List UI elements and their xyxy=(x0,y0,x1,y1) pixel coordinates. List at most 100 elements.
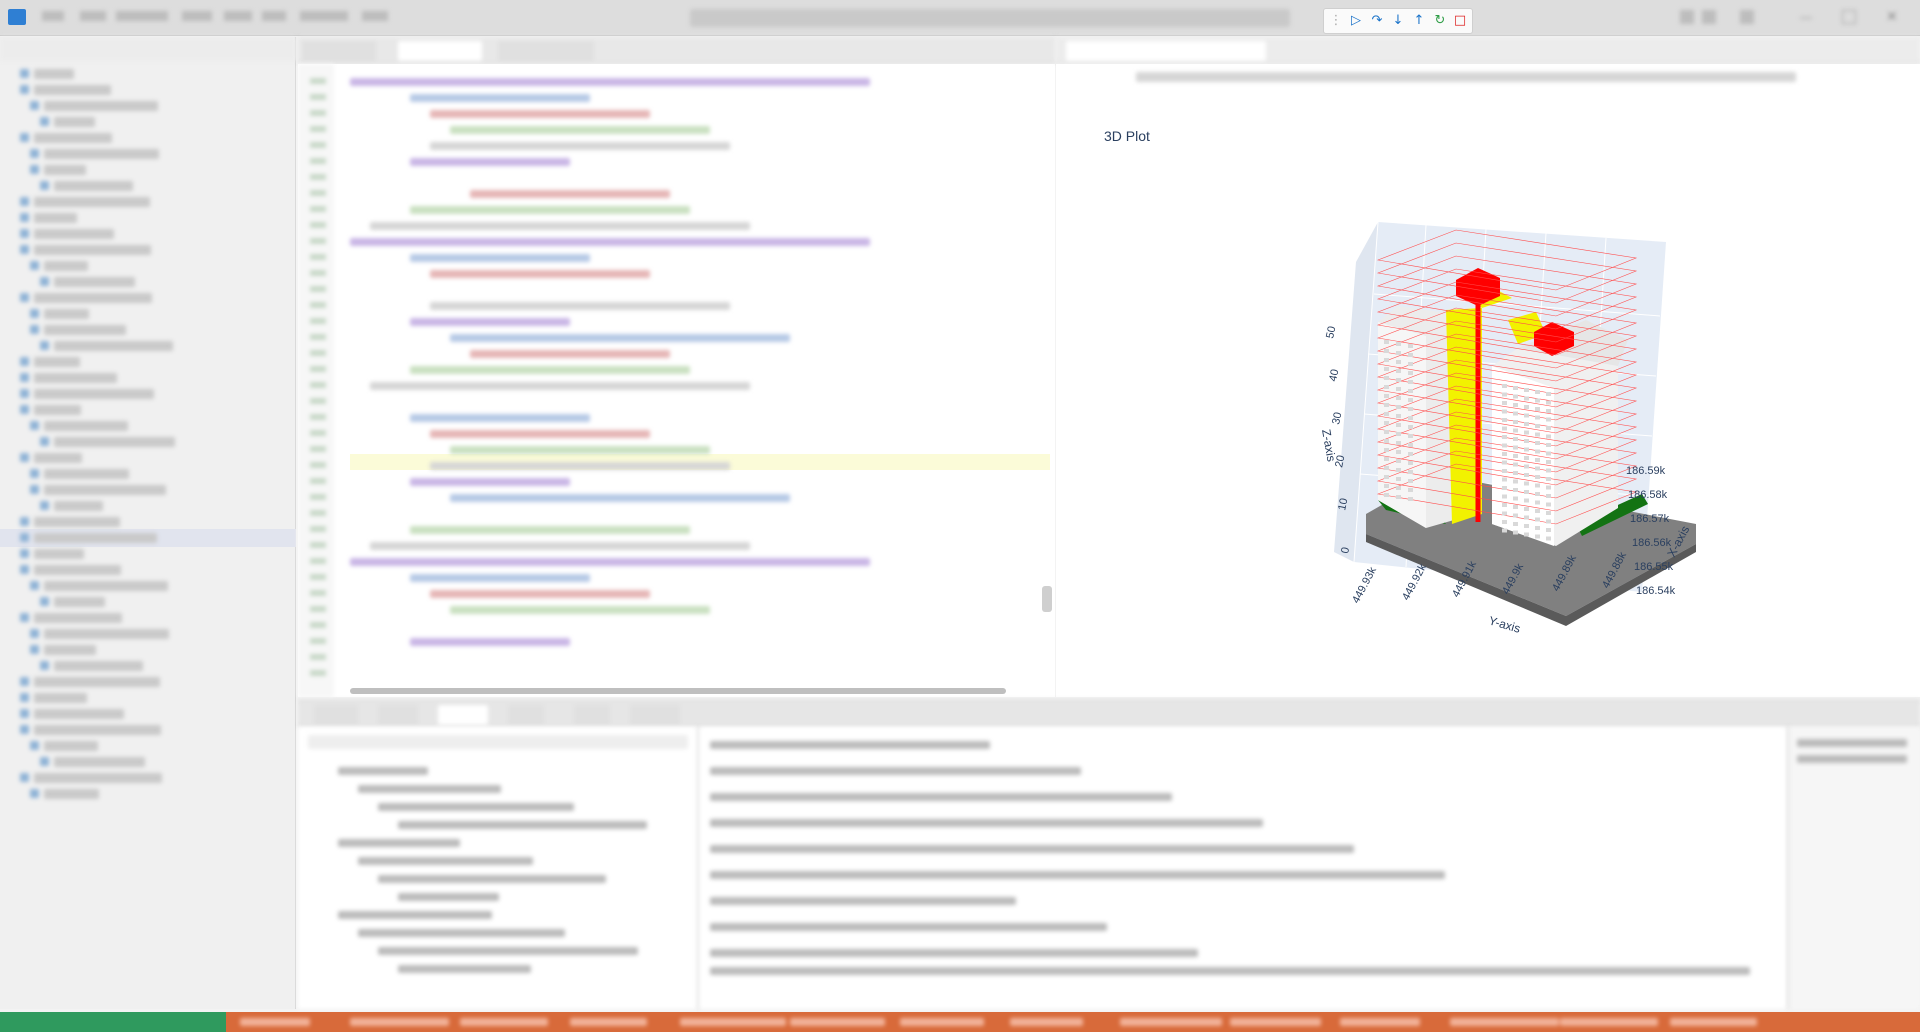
bottom-tab[interactable] xyxy=(630,705,680,725)
menu-item[interactable] xyxy=(224,11,252,21)
menu-item[interactable] xyxy=(262,11,286,21)
step-into-icon[interactable]: ↓ xyxy=(1390,13,1406,29)
line-number xyxy=(310,382,326,388)
layout-icon[interactable] xyxy=(1702,10,1716,24)
bottom-tab[interactable] xyxy=(378,705,418,725)
menu-item[interactable] xyxy=(182,11,212,21)
bottom-tab[interactable] xyxy=(508,705,544,725)
tree-icon xyxy=(20,677,29,686)
layout-icon[interactable] xyxy=(1680,10,1694,24)
balcony xyxy=(1384,448,1389,452)
horizontal-scrollbar[interactable] xyxy=(350,688,1006,694)
menu-item[interactable] xyxy=(362,11,388,21)
bottom-tab[interactable] xyxy=(314,705,358,725)
step-out-icon[interactable]: ↑ xyxy=(1411,13,1427,29)
remote-indicator[interactable] xyxy=(0,1012,226,1032)
balcony xyxy=(1535,415,1540,420)
line-number-gutter xyxy=(298,64,334,697)
editor-tab-active[interactable] xyxy=(398,41,482,61)
balcony xyxy=(1513,394,1518,399)
code-line xyxy=(410,638,570,646)
tree-row xyxy=(34,453,82,463)
restart-icon[interactable]: ↻ xyxy=(1432,13,1448,29)
vertical-scrollbar[interactable] xyxy=(1042,586,1052,612)
minimize-icon[interactable] xyxy=(1800,17,1812,19)
tree-icon xyxy=(30,421,39,430)
plot-tab[interactable] xyxy=(1066,41,1266,61)
console-line xyxy=(710,793,1172,801)
balcony xyxy=(1396,450,1401,454)
balcony xyxy=(1502,460,1507,465)
balcony xyxy=(1396,378,1401,382)
layout-icon[interactable] xyxy=(1740,10,1754,24)
tree-icon xyxy=(20,693,29,702)
tree-icon xyxy=(40,757,49,766)
code-line xyxy=(410,526,690,534)
tree-row xyxy=(54,341,173,351)
tree-row xyxy=(54,501,103,511)
z-tick-label: 40 xyxy=(1327,368,1341,382)
balcony xyxy=(1408,353,1413,357)
code-line xyxy=(370,382,750,390)
balcony xyxy=(1535,458,1540,462)
plot-tab-bar xyxy=(1056,37,1920,63)
balcony xyxy=(1535,534,1540,539)
menu-item[interactable] xyxy=(300,11,348,21)
code-line xyxy=(450,126,710,134)
tree-icon xyxy=(30,485,39,494)
tree-row xyxy=(34,517,120,527)
drag-handle-icon[interactable]: ⋮ xyxy=(1328,13,1344,29)
code-editor[interactable] xyxy=(298,64,1055,697)
tree-icon xyxy=(20,517,29,526)
maximize-icon[interactable] xyxy=(1842,10,1856,24)
line-number xyxy=(310,318,326,324)
editor-tab[interactable] xyxy=(498,41,594,61)
tree-row xyxy=(34,549,84,559)
stop-icon[interactable]: □ xyxy=(1452,13,1468,29)
balcony xyxy=(1546,511,1551,515)
code-line xyxy=(430,590,650,598)
status-item xyxy=(1010,1018,1083,1026)
menu-item[interactable] xyxy=(116,11,168,21)
balcony xyxy=(1408,461,1413,465)
tree-icon xyxy=(20,565,29,574)
y-tick-label: 449.92k xyxy=(1400,562,1429,603)
balcony xyxy=(1524,507,1529,511)
bottom-tab-active[interactable] xyxy=(438,705,488,725)
line-number xyxy=(310,670,326,676)
balcony xyxy=(1513,496,1518,501)
tree-row xyxy=(34,213,77,223)
balcony xyxy=(1384,466,1389,470)
balcony xyxy=(1524,473,1529,477)
bottom-tab[interactable] xyxy=(574,705,610,725)
balcony xyxy=(1396,369,1401,373)
balcony xyxy=(1384,403,1389,407)
balcony xyxy=(1513,428,1518,433)
menu-item[interactable] xyxy=(80,11,106,21)
balcony xyxy=(1396,477,1401,481)
tree-row xyxy=(34,229,114,239)
status-item xyxy=(350,1018,449,1026)
balcony xyxy=(1546,409,1551,413)
balcony xyxy=(1513,471,1518,475)
balcony xyxy=(1513,462,1518,467)
continue-icon[interactable]: ▷ xyxy=(1348,13,1364,29)
balcony xyxy=(1513,411,1518,416)
editor-tab[interactable] xyxy=(302,41,376,61)
balcony xyxy=(1384,457,1389,461)
3d-plot[interactable]: Z-axis X-axis Y-axis 01020304050 186.54k… xyxy=(1256,144,1716,644)
line-number xyxy=(310,622,326,628)
line-number xyxy=(310,206,326,212)
close-icon[interactable]: ✕ xyxy=(1886,10,1900,24)
variable-row xyxy=(398,965,531,973)
menu-item[interactable] xyxy=(42,11,64,21)
status-item xyxy=(570,1018,647,1026)
step-over-icon[interactable]: ↷ xyxy=(1369,13,1385,29)
balcony xyxy=(1502,494,1507,499)
balcony xyxy=(1408,389,1413,393)
code-line xyxy=(410,254,590,262)
variable-row xyxy=(378,803,574,811)
tree-icon xyxy=(30,149,39,158)
line-number xyxy=(310,238,326,244)
tree-row xyxy=(34,85,111,95)
